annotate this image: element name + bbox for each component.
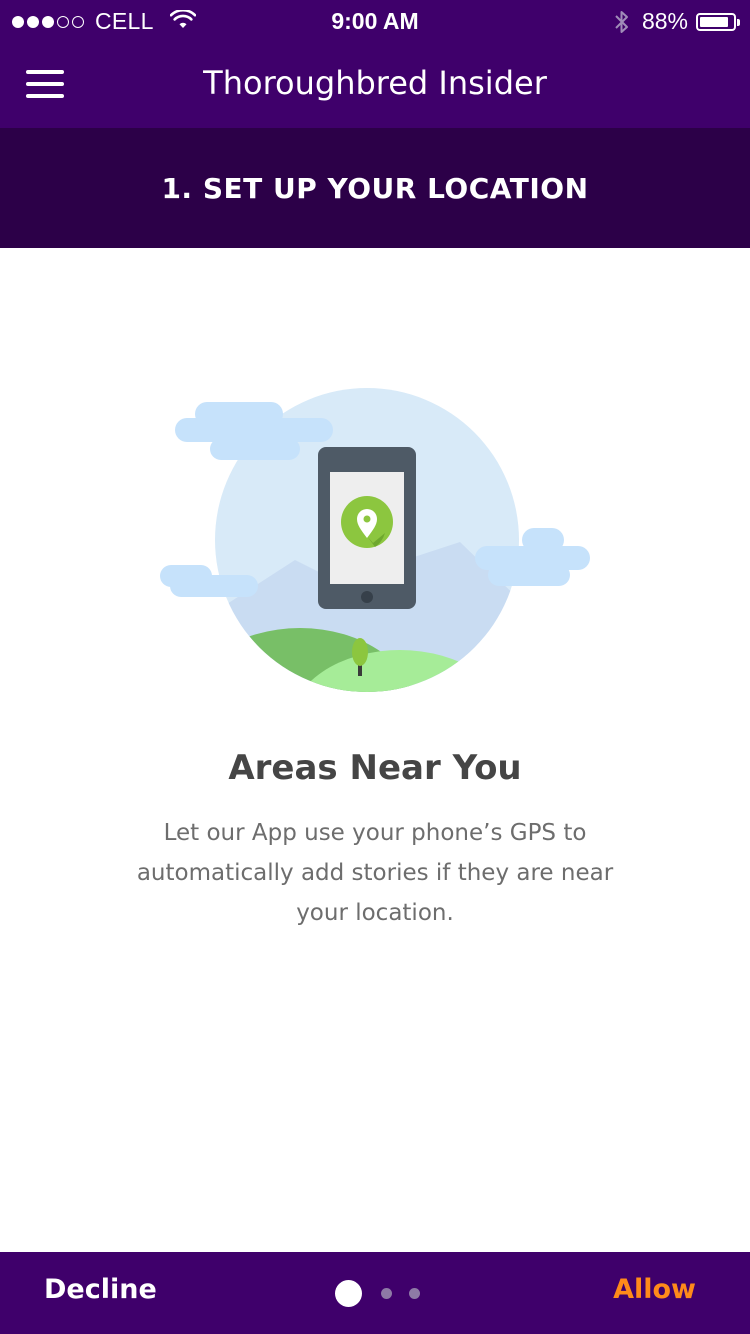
battery-percent: 88% [641, 8, 688, 34]
app-title: Thoroughbred Insider [203, 64, 547, 102]
battery-icon [696, 12, 740, 31]
bluetooth-icon [615, 10, 628, 33]
step-title: 1. SET UP YOUR LOCATION [161, 171, 589, 205]
battery-fill [700, 16, 728, 27]
content-description: Let our App use your phone’s GPS to auto… [136, 820, 614, 926]
tree-icon [352, 638, 368, 666]
status-bar: CELL 9:00 AM 88% [0, 0, 750, 44]
battery-nub [737, 18, 740, 26]
content-heading: Areas Near You [228, 748, 522, 788]
phone-icon [318, 447, 416, 609]
top-bar: CELL 9:00 AM 88% Thoroughbred Insider [0, 0, 750, 128]
app-screen: CELL 9:00 AM 88% Thoroughbred Insider 1.… [0, 0, 750, 1334]
page-dot[interactable] [335, 1280, 362, 1307]
allow-button[interactable]: Allow [613, 1274, 696, 1305]
location-illustration [160, 388, 590, 692]
nav-bar: Thoroughbred Insider [0, 44, 750, 128]
decline-button[interactable]: Decline [44, 1274, 157, 1305]
status-right: 88% [614, 8, 740, 35]
page-dot[interactable] [381, 1288, 392, 1299]
page-indicator [335, 1280, 437, 1307]
bottom-bar: Decline Allow [0, 1252, 750, 1334]
step-header: 1. SET UP YOUR LOCATION [0, 128, 750, 248]
page-dot[interactable] [409, 1288, 420, 1299]
